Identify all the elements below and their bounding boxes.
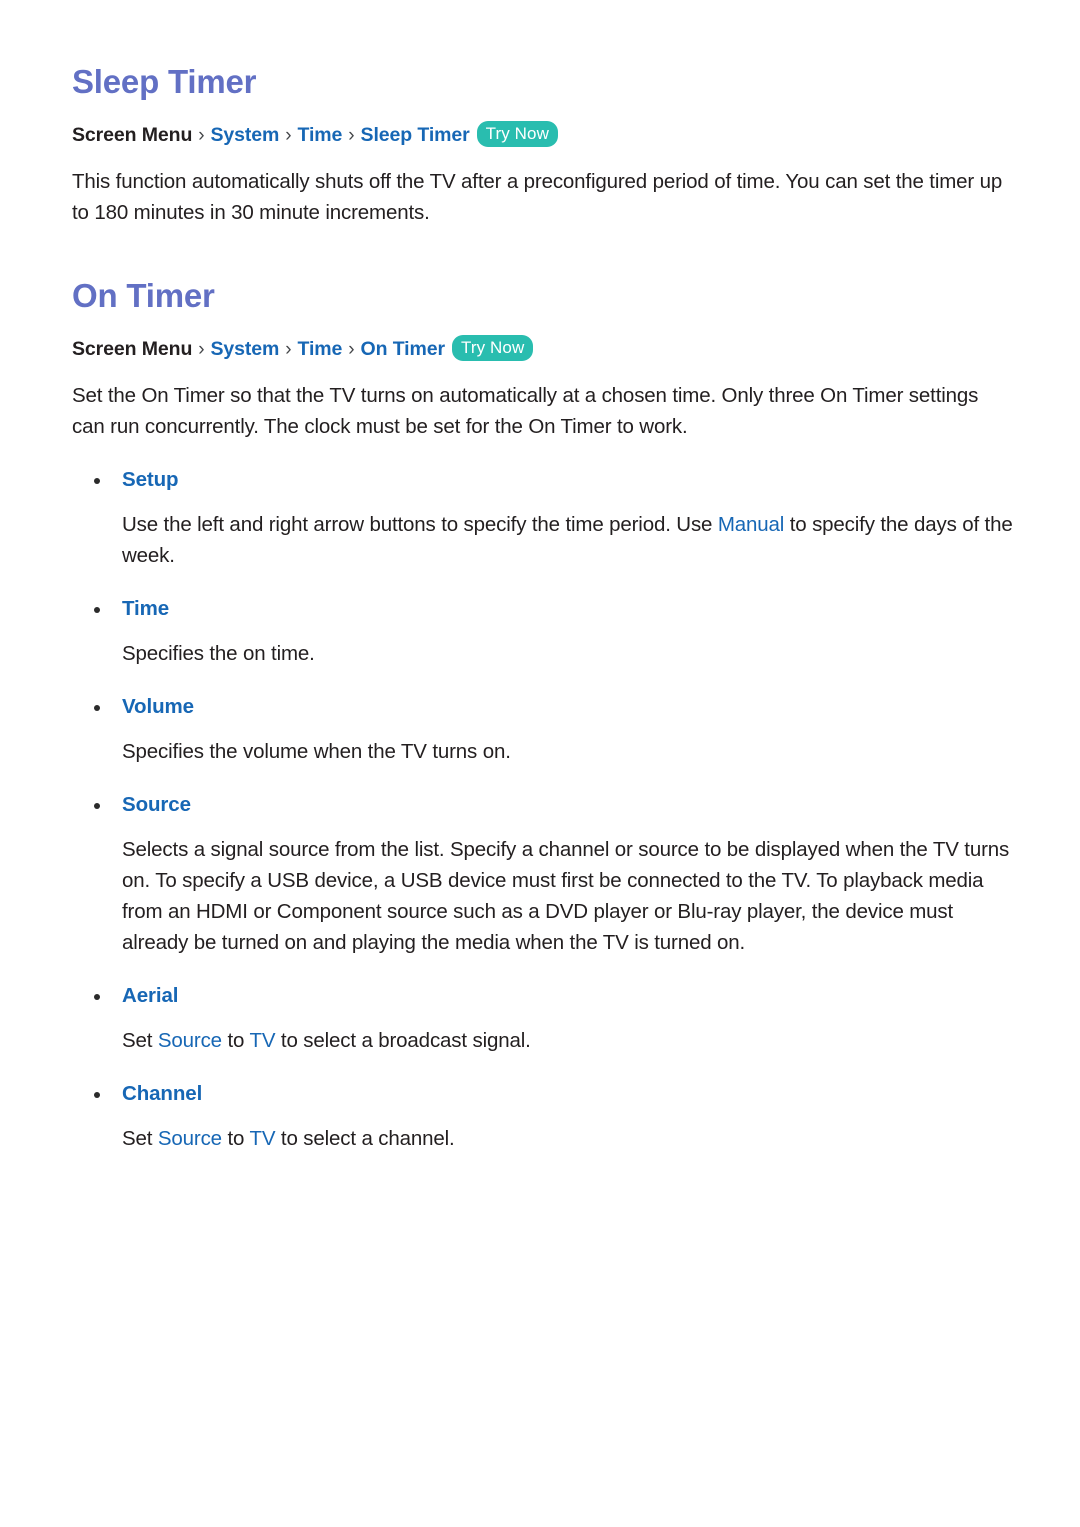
paragraph-time-description: Specifies the on time.: [122, 642, 315, 665]
bullet-dot-icon: [94, 1092, 100, 1098]
bullet-body: Use the left and right arrow buttons to …: [72, 509, 1015, 571]
breadcrumb-root: Screen Menu: [72, 338, 193, 360]
text-run: to select a channel.: [275, 1127, 455, 1150]
try-now-badge[interactable]: Try Now: [451, 335, 534, 361]
option-label-source[interactable]: Source: [122, 793, 191, 816]
manual-page: Sleep Timer Screen Menu › System › Time › Slee…: [0, 0, 1080, 1527]
breadcrumb-item-time[interactable]: Time: [298, 124, 343, 146]
paragraph-on-timer-description: Set the On Timer so that the TV turns on…: [72, 384, 979, 438]
keyword-tv[interactable]: TV: [249, 1127, 275, 1150]
breadcrumb-item-system[interactable]: System: [211, 338, 280, 360]
breadcrumb-separator-icon: ›: [285, 125, 292, 146]
breadcrumb-sleep-timer: Screen Menu › System › Time › Sleep Timer Try N…: [72, 121, 1015, 149]
bullet-row: Channel: [72, 1080, 1015, 1108]
text-run: to: [221, 1029, 250, 1052]
list-item: Volume Specifies the volume when the TV …: [72, 693, 1015, 767]
breadcrumb-separator-icon: ›: [198, 125, 205, 146]
text-run: to: [221, 1127, 250, 1150]
section-sleep-timer: Sleep Timer Screen Menu › System › Time › Slee…: [72, 0, 1015, 228]
breadcrumb-separator-icon: ›: [198, 339, 205, 360]
paragraph-volume-description: Specifies the volume when the TV turns o…: [122, 740, 511, 763]
bullet-row: Time: [72, 595, 1015, 623]
list-item: Aerial Set Source to TV to select a broa…: [72, 982, 1015, 1056]
breadcrumb-separator-icon: ›: [348, 125, 355, 146]
bullet-row: Aerial: [72, 982, 1015, 1010]
bullet-dot-icon: [94, 803, 100, 809]
breadcrumb-root: Screen Menu: [72, 124, 193, 146]
option-label-channel[interactable]: Channel: [122, 1082, 202, 1105]
option-label-volume[interactable]: Volume: [122, 695, 194, 718]
try-now-badge[interactable]: Try Now: [476, 121, 558, 147]
paragraph-source-description: Selects a signal source from the list. S…: [122, 838, 1010, 954]
section-on-timer: On Timer Screen Menu › System › Time › On Time…: [72, 228, 1015, 1154]
text-run: to select a broadcast signal.: [275, 1029, 531, 1052]
breadcrumb-on-timer: Screen Menu › System › Time › On Timer Try Now: [72, 335, 1015, 363]
keyword-source[interactable]: Source: [158, 1029, 222, 1052]
keyword-tv[interactable]: TV: [249, 1029, 275, 1052]
option-label-aerial[interactable]: Aerial: [122, 984, 178, 1007]
breadcrumb-item-on-timer[interactable]: On Timer: [361, 338, 446, 360]
keyword-manual[interactable]: Manual: [718, 513, 784, 536]
list-item: Setup Use the left and right arrow butto…: [72, 466, 1015, 571]
breadcrumb-separator-icon: ›: [285, 339, 292, 360]
option-label-setup[interactable]: Setup: [122, 468, 179, 491]
page-title-on-timer: On Timer: [72, 277, 215, 314]
text-run: Use the left and right arrow buttons to …: [122, 513, 718, 536]
paragraph-sleep-timer-description: This function automatically shuts off th…: [72, 170, 1003, 224]
bullet-row: Setup: [72, 466, 1015, 494]
paragraph-aerial-description: Set Source to TV to select a broadcast s…: [122, 1025, 1015, 1056]
keyword-source[interactable]: Source: [158, 1127, 222, 1150]
list-item: Time Specifies the on time.: [72, 595, 1015, 669]
on-timer-option-list: Setup Use the left and right arrow butto…: [72, 466, 1015, 1154]
list-item: Channel Set Source to TV to select a cha…: [72, 1080, 1015, 1154]
paragraph-channel-description: Set Source to TV to select a channel.: [122, 1123, 1015, 1154]
bullet-body: Set Source to TV to select a channel.: [72, 1123, 1015, 1154]
bullet-body: Set Source to TV to select a broadcast s…: [72, 1025, 1015, 1056]
breadcrumb-item-time[interactable]: Time: [298, 338, 343, 360]
paragraph-setup-description: Use the left and right arrow buttons to …: [122, 509, 1015, 571]
bullet-row: Source: [72, 791, 1015, 819]
text-run: Set: [122, 1127, 158, 1150]
list-item: Source Selects a signal source from the …: [72, 791, 1015, 958]
bullet-dot-icon: [94, 478, 100, 484]
bullet-dot-icon: [94, 607, 100, 613]
bullet-dot-icon: [94, 705, 100, 711]
bullet-dot-icon: [94, 994, 100, 1000]
bullet-body: Specifies the on time.: [72, 638, 1015, 669]
bullet-row: Volume: [72, 693, 1015, 721]
breadcrumb-item-sleep-timer[interactable]: Sleep Timer: [361, 124, 470, 146]
page-title-sleep-timer: Sleep Timer: [72, 63, 257, 100]
breadcrumb-item-system[interactable]: System: [211, 124, 280, 146]
text-run: Set: [122, 1029, 158, 1052]
breadcrumb-separator-icon: ›: [348, 339, 355, 360]
bullet-body: Specifies the volume when the TV turns o…: [72, 736, 1015, 767]
option-label-time[interactable]: Time: [122, 597, 169, 620]
bullet-body: Selects a signal source from the list. S…: [72, 834, 1015, 958]
